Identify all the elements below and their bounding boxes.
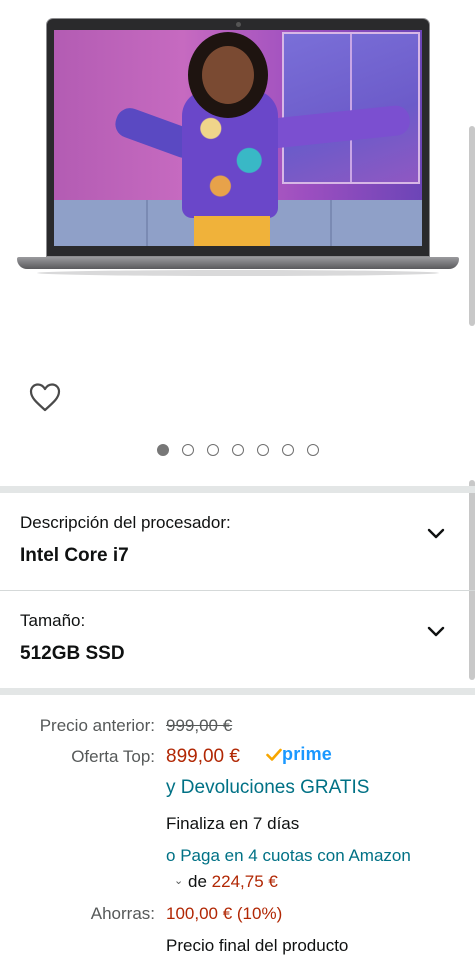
installments-link[interactable]: Paga en 4 cuotas con Amazon	[180, 846, 411, 865]
installments-line: o Paga en 4 cuotas con Amazon	[166, 846, 411, 866]
scrollbar-thumb[interactable]	[469, 126, 475, 326]
previous-price-label: Precio anterior:	[39, 716, 155, 735]
chevron-down-icon[interactable]	[427, 528, 445, 540]
person-jacket	[182, 90, 278, 218]
checkmark-icon	[266, 748, 282, 761]
offer-ends-text: Finaliza en 7 días	[166, 814, 300, 833]
installments-amount: 224,75 €	[211, 872, 278, 891]
prime-logo-text: prime	[282, 744, 333, 764]
installments-prefix: de	[188, 872, 207, 891]
installments-amount-line: de 224,75 €	[188, 872, 278, 892]
final-price-text: Precio final del producto	[166, 936, 349, 955]
pagination-dot[interactable]	[182, 444, 194, 456]
product-image-gallery[interactable]	[0, 0, 475, 485]
variation-value: 512GB SSD	[20, 643, 125, 664]
variation-size[interactable]: Tamaño: 512GB SSD	[0, 591, 475, 687]
laptop-screen	[54, 30, 422, 246]
previous-price-value: 999,00 €	[166, 716, 233, 735]
person-head	[202, 46, 254, 104]
free-returns-link[interactable]: y Devoluciones GRATIS	[166, 777, 369, 799]
pagination-dot[interactable]	[157, 444, 169, 456]
product-image-laptop[interactable]	[17, 14, 459, 276]
pagination-dot[interactable]	[232, 444, 244, 456]
pagination-dot[interactable]	[207, 444, 219, 456]
laptop-lid	[46, 18, 430, 257]
image-pagination-dots	[157, 444, 319, 456]
savings-value: 100,00 € (10%)	[166, 904, 283, 923]
section-divider	[0, 688, 475, 695]
offer-price-value: 899,00 €	[166, 746, 240, 767]
variation-label: Descripción del procesador:	[20, 513, 231, 532]
person-pants	[194, 216, 270, 246]
heart-outline-icon[interactable]	[28, 381, 62, 413]
pagination-dot[interactable]	[257, 444, 269, 456]
chevron-down-icon[interactable]: ⌄	[174, 874, 183, 887]
pagination-dot[interactable]	[307, 444, 319, 456]
offer-price-label: Oferta Top:	[71, 747, 155, 766]
chevron-down-icon[interactable]	[427, 626, 445, 638]
variation-value: Intel Core i7	[20, 545, 129, 566]
variation-label: Tamaño:	[20, 611, 86, 630]
section-divider	[0, 486, 475, 493]
variation-processor[interactable]: Descripción del procesador: Intel Core i…	[0, 493, 475, 589]
laptop-base	[17, 257, 459, 269]
savings-label: Ahorras:	[90, 904, 155, 923]
laptop-shadow	[37, 270, 439, 276]
webcam	[236, 22, 241, 27]
prime-badge: prime	[266, 744, 332, 765]
pagination-dot[interactable]	[282, 444, 294, 456]
installments-bullet: o	[166, 846, 176, 865]
